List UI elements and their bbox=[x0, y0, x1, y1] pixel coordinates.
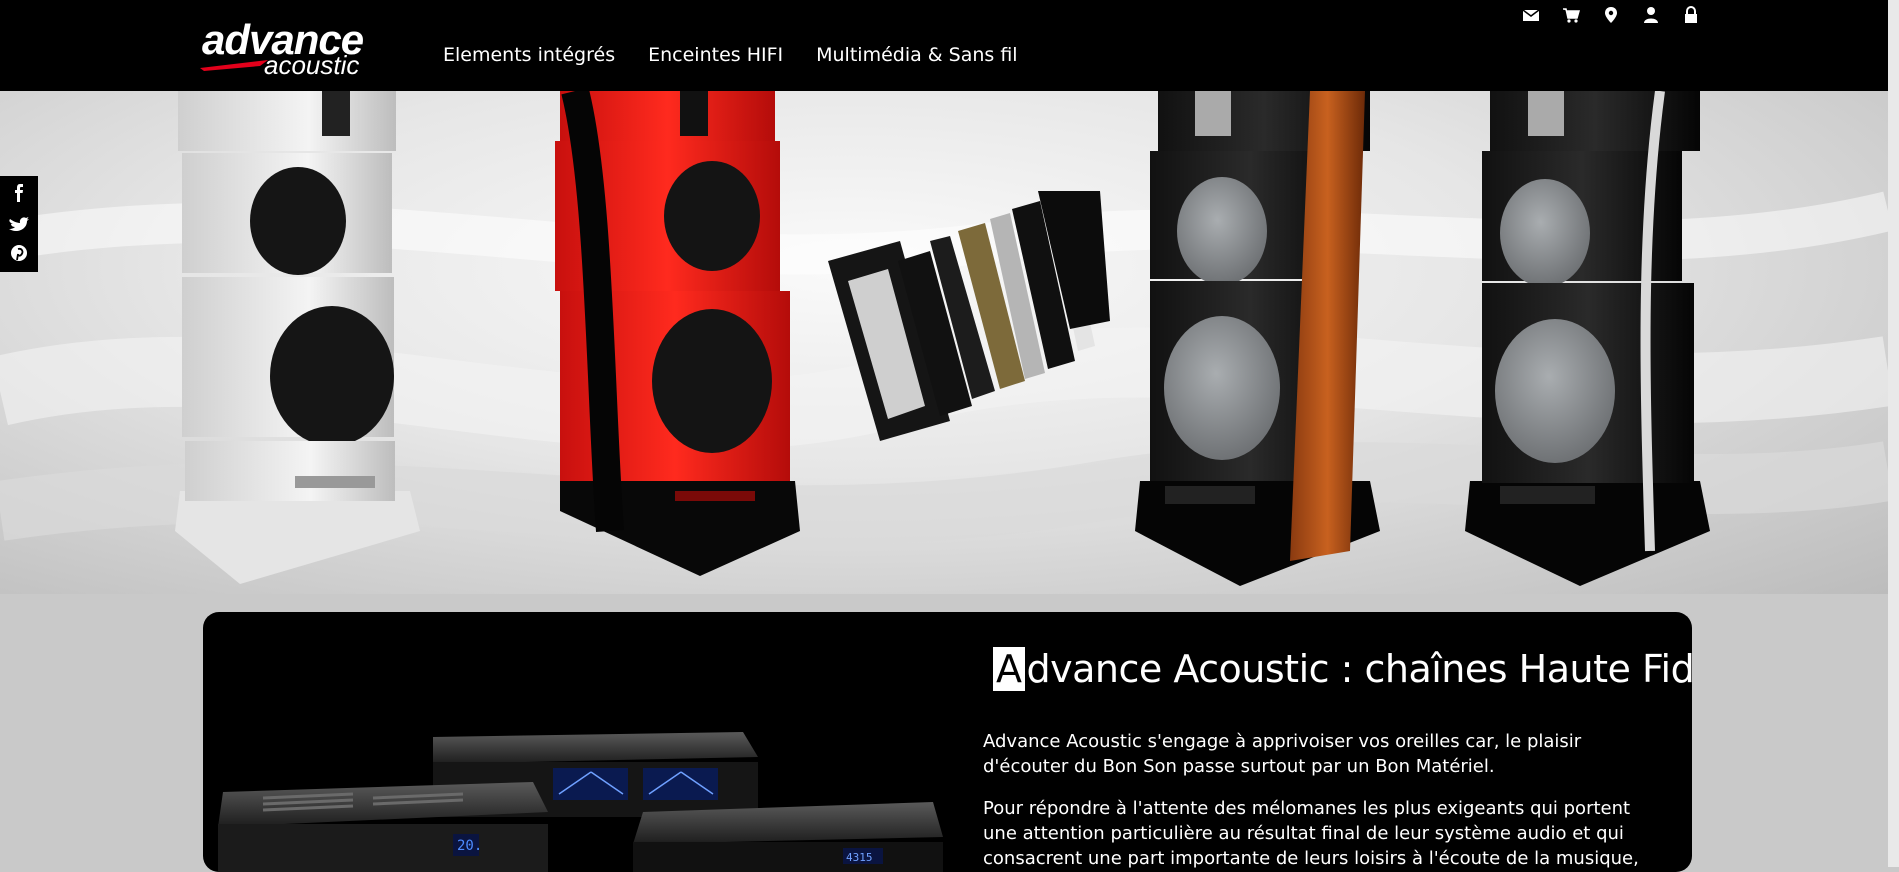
logo-swoosh-icon bbox=[200, 60, 268, 71]
intro-heading: Advance Acoustic : chaînes Haute Fidélit… bbox=[993, 647, 1692, 691]
hero-speakers-image bbox=[0, 91, 1888, 586]
top-utility-icons bbox=[1522, 6, 1702, 26]
logo-word-acoustic: acoustic bbox=[264, 50, 360, 80]
advance-acoustic-logo[interactable]: advance acoustic bbox=[200, 16, 390, 80]
nav-multimedia-sans-fil[interactable]: Multimédia & Sans fil bbox=[816, 44, 1017, 66]
map-marker-icon[interactable] bbox=[1602, 6, 1622, 26]
heading-initial: A bbox=[993, 647, 1025, 691]
nav-enceintes-hifi[interactable]: Enceintes HIFI bbox=[648, 44, 783, 66]
intro-paragraph-1: Advance Acoustic s'engage à apprivoiser … bbox=[983, 731, 1582, 777]
heading-rest: dvance Acoustic : chaînes Haute Fidélité bbox=[1026, 647, 1693, 691]
twitter-icon[interactable] bbox=[0, 210, 38, 236]
main-nav: Elements intégrés Enceintes HIFI Multimé… bbox=[443, 44, 1018, 66]
intro-panel: 20. 4315 Advance Acoustic : chaînes Haut… bbox=[203, 612, 1692, 872]
svg-text:20.: 20. bbox=[457, 838, 482, 854]
cart-icon[interactable] bbox=[1562, 6, 1582, 26]
user-icon[interactable] bbox=[1642, 6, 1662, 26]
amplifier-products-image: 20. 4315 bbox=[218, 732, 943, 872]
lock-icon[interactable] bbox=[1682, 6, 1702, 26]
facebook-icon[interactable] bbox=[0, 180, 38, 206]
social-share-bar bbox=[0, 176, 38, 272]
intro-paragraph-2: Pour répondre à l'attente des mélomanes … bbox=[983, 798, 1639, 869]
page-scrollbar-track[interactable] bbox=[1888, 0, 1899, 867]
pinterest-icon[interactable] bbox=[0, 240, 38, 266]
svg-text:4315: 4315 bbox=[846, 851, 873, 864]
nav-elements-integres[interactable]: Elements intégrés bbox=[443, 44, 615, 66]
hero-banner bbox=[0, 91, 1888, 594]
envelope-icon[interactable] bbox=[1522, 6, 1542, 26]
site-header: advance acoustic Elements intégrés Encei… bbox=[0, 0, 1899, 91]
